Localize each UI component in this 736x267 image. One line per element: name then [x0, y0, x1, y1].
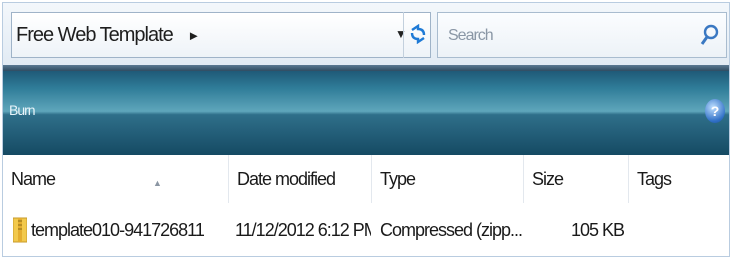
- refresh-icon: [410, 23, 425, 45]
- column-header-date-label: Date modified: [237, 169, 336, 189]
- column-header-type[interactable]: Type: [372, 155, 524, 203]
- column-header-tags-label: Tags: [637, 169, 672, 189]
- column-header-row: Name ▲ Date modified Type Size Tags: [3, 155, 729, 203]
- column-header-size[interactable]: Size: [524, 155, 629, 203]
- address-bar[interactable]: Free Web Template ►: [11, 12, 431, 58]
- search-icon[interactable]: [700, 23, 720, 47]
- sort-up-icon: ▲: [153, 178, 162, 188]
- breadcrumb-separator-icon[interactable]: ►: [187, 14, 200, 58]
- command-bar: Burn ?: [3, 71, 729, 155]
- file-name[interactable]: template010-941726811: [31, 203, 229, 256]
- column-header-name-label: Name: [11, 169, 56, 189]
- explorer-window: Free Web Template ► ▼ Burn ? Name ▲: [2, 2, 730, 257]
- breadcrumb-item[interactable]: Free Web Template: [16, 13, 174, 57]
- zip-folder-icon: [13, 217, 27, 243]
- search-input[interactable]: [446, 13, 690, 59]
- column-header-type-label: Type: [380, 169, 416, 189]
- column-header-tags[interactable]: Tags: [629, 155, 729, 203]
- burn-button[interactable]: Burn: [9, 95, 36, 125]
- file-type: Compressed (zipp...: [380, 220, 523, 240]
- file-date-modified: 11/12/2012 6:12 PM: [235, 220, 371, 240]
- file-row[interactable]: template010-941726811 11/12/2012 6:12 PM…: [3, 203, 729, 256]
- file-tags: [637, 203, 727, 256]
- file-size: 105 KB: [570, 220, 624, 240]
- search-box[interactable]: [437, 12, 727, 59]
- address-row: Free Web Template ► ▼: [3, 3, 729, 65]
- column-header-date[interactable]: Date modified: [229, 155, 372, 203]
- refresh-button[interactable]: [403, 12, 431, 58]
- column-header-size-label: Size: [532, 169, 564, 189]
- help-icon[interactable]: ?: [705, 99, 725, 123]
- column-header-name[interactable]: Name ▲: [3, 155, 229, 203]
